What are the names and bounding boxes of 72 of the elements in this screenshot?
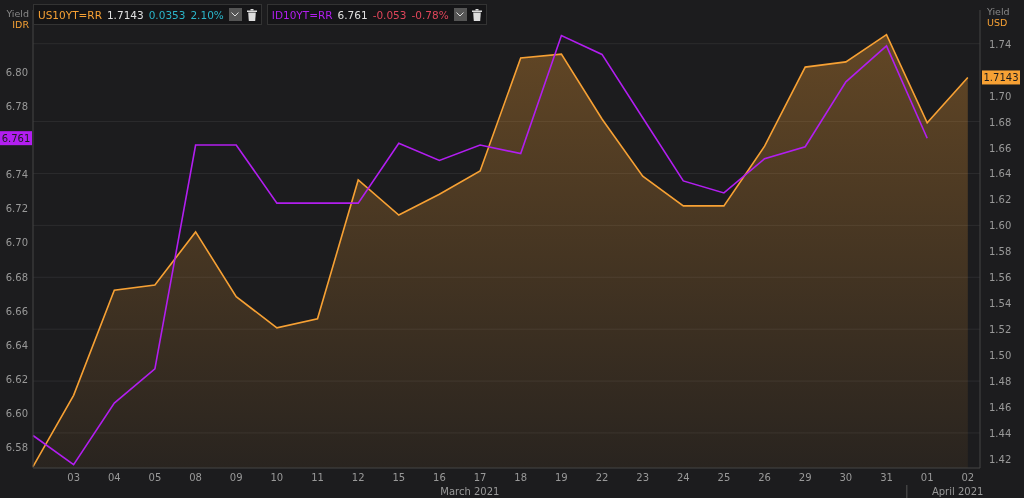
x-tick-label: 30 [839, 472, 853, 483]
trash-icon[interactable] [246, 8, 257, 21]
y-tick-label: 1.68 [989, 116, 1012, 128]
axis-title: Yield [987, 6, 1010, 17]
y-tick-label: 1.44 [989, 427, 1012, 439]
x-tick-label: 03 [67, 472, 80, 483]
y-tick-label: 1.56 [989, 272, 1012, 284]
x-tick-label: 15 [392, 472, 406, 483]
percent-change: 2.10% [190, 8, 224, 21]
y-tick-label: 6.60 [5, 408, 28, 420]
y-tick-label: 1.52 [989, 324, 1012, 336]
y-tick-label: 1.46 [989, 402, 1012, 413]
y-tick-label: 1.62 [989, 194, 1012, 206]
chevron-icon [456, 12, 465, 17]
y-tick-label: 1.54 [989, 298, 1012, 310]
y-tick-label: 6.72 [5, 203, 28, 215]
y-tick-label: 1.58 [989, 246, 1012, 258]
y-tick-label: 6.64 [5, 339, 28, 351]
last-value: 1.7143 [106, 8, 144, 21]
net-change: 0.0353 [148, 8, 186, 21]
net-change: -0.053 [372, 8, 407, 21]
axis-unit: USD [987, 17, 1008, 28]
y-tick-label: 1.74 [989, 38, 1012, 50]
month-label: April 2021 [931, 486, 984, 497]
y-tick-label: 1.42 [989, 453, 1012, 465]
axis-title: Yield [6, 8, 29, 19]
y-tick-label: 6.78 [5, 100, 28, 112]
x-tick-label: 17 [473, 472, 487, 483]
x-tick-label: 19 [555, 472, 568, 483]
x-tick-label: 05 [148, 472, 162, 483]
x-tick-label: 01 [920, 472, 934, 483]
x-tick-label: 22 [595, 472, 609, 483]
y-tick-label: 1.50 [989, 350, 1012, 362]
y-tick-label: 1.66 [989, 142, 1012, 154]
x-tick-label: 24 [676, 472, 690, 483]
x-tick-label: 02 [961, 472, 975, 483]
y-tick-label: 6.74 [5, 169, 28, 181]
last-value: 6.761 [337, 8, 368, 21]
y-tick-label: 1.64 [989, 168, 1012, 180]
trash-icon[interactable] [471, 8, 482, 21]
x-tick-label: 29 [798, 472, 812, 483]
last-value-badge: 6.761 [0, 131, 32, 146]
y-tick-label: 1.60 [989, 220, 1012, 232]
series-symbol: US10YT=RR [38, 8, 102, 21]
x-tick-label: 10 [270, 472, 284, 483]
y-tick-label: 6.70 [5, 237, 28, 249]
y-tick-label: 6.62 [5, 374, 28, 386]
x-tick-label: 18 [514, 472, 528, 483]
y-tick-label: 1.48 [989, 376, 1012, 388]
chevron-icon [231, 12, 240, 17]
y-tick-label: 6.66 [5, 305, 28, 317]
y-tick-label: 6.68 [5, 271, 28, 283]
series-symbol: ID10YT=RR [271, 8, 333, 21]
x-tick-label: 08 [189, 472, 202, 483]
x-tick-label: 23 [636, 472, 649, 483]
month-label: March 2021 [440, 486, 500, 497]
x-tick-label: 09 [229, 472, 243, 483]
axis-unit: IDR [12, 19, 29, 30]
y-tick-label: 6.58 [5, 442, 28, 454]
x-tick-label: 16 [433, 472, 446, 483]
x-tick-label: 12 [351, 472, 365, 483]
x-tick-label: 26 [758, 472, 771, 483]
x-tick-label: 25 [717, 472, 731, 483]
x-tick-label: 04 [107, 472, 121, 483]
dropdown-button[interactable] [228, 8, 242, 21]
dropdown-button[interactable] [453, 8, 467, 21]
y-tick-label: 6.80 [5, 66, 28, 78]
percent-change: -0.78% [411, 8, 449, 21]
x-tick-label: 11 [311, 472, 324, 483]
y-tick-label: 1.70 [989, 90, 1012, 102]
last-value-badge: 1.7143 [982, 70, 1020, 85]
x-tick-label: 31 [880, 472, 893, 483]
